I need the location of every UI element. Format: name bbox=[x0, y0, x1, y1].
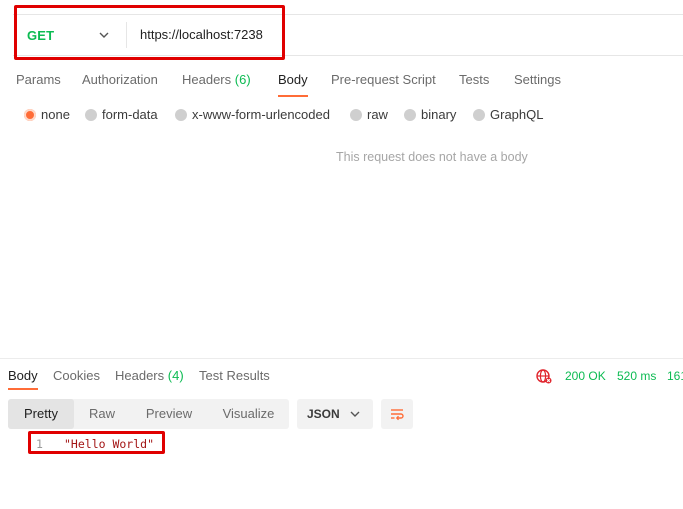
view-visualize-button[interactable]: Visualize bbox=[208, 399, 289, 429]
radio-raw[interactable]: raw bbox=[350, 107, 388, 123]
radio-label: form-data bbox=[102, 107, 158, 122]
tab-label: Authorization bbox=[82, 72, 158, 87]
active-tab-indicator bbox=[278, 95, 308, 97]
tab-headers[interactable]: Headers (6) bbox=[182, 72, 251, 87]
tab-params[interactable]: Params bbox=[16, 72, 61, 87]
radio-label: binary bbox=[421, 107, 457, 122]
tab-label: Body bbox=[278, 72, 308, 87]
view-pretty-button[interactable]: Pretty bbox=[8, 399, 74, 429]
format-label: JSON bbox=[307, 407, 340, 421]
response-size[interactable]: 161 bbox=[667, 369, 683, 383]
response-time[interactable]: 520 ms bbox=[617, 369, 656, 383]
view-preview-button[interactable]: Preview bbox=[130, 399, 208, 429]
response-tab-cookies[interactable]: Cookies bbox=[53, 368, 100, 383]
globe-error-icon[interactable] bbox=[536, 368, 552, 384]
radio-icon bbox=[85, 108, 97, 121]
tab-label: Headers bbox=[115, 368, 165, 383]
view-raw-button[interactable]: Raw bbox=[74, 399, 130, 429]
highlight-annotation-request bbox=[14, 5, 285, 60]
radio-selected-icon bbox=[24, 108, 36, 121]
wrap-lines-icon bbox=[391, 409, 404, 421]
tab-settings[interactable]: Settings bbox=[514, 72, 561, 87]
active-response-tab-indicator bbox=[8, 388, 38, 390]
radio-x-www-form-urlencoded[interactable]: x-www-form-urlencoded bbox=[175, 107, 330, 123]
response-tab-test-results[interactable]: Test Results bbox=[199, 368, 270, 383]
tab-tests[interactable]: Tests bbox=[459, 72, 489, 87]
tab-authorization[interactable]: Authorization bbox=[82, 72, 158, 87]
tab-body[interactable]: Body bbox=[278, 72, 308, 87]
response-tab-headers[interactable]: Headers (4) bbox=[115, 368, 184, 383]
radio-graphql[interactable]: GraphQL bbox=[473, 107, 543, 123]
radio-label: GraphQL bbox=[490, 107, 544, 122]
radio-binary[interactable]: binary bbox=[404, 107, 456, 123]
tab-pre-request-script[interactable]: Pre-request Script bbox=[331, 72, 436, 87]
response-tab-body[interactable]: Body bbox=[8, 368, 38, 383]
radio-none[interactable]: none bbox=[24, 107, 70, 123]
tab-label: Test Results bbox=[199, 368, 270, 383]
status-code[interactable]: 200 OK bbox=[565, 369, 606, 383]
radio-label: x-www-form-urlencoded bbox=[192, 107, 330, 122]
headers-count: (6) bbox=[234, 72, 251, 87]
radio-icon bbox=[175, 108, 187, 121]
radio-label: none bbox=[41, 107, 70, 122]
highlight-annotation-response bbox=[28, 431, 165, 454]
radio-icon bbox=[473, 108, 485, 121]
radio-form-data[interactable]: form-data bbox=[85, 107, 158, 123]
response-divider bbox=[0, 358, 683, 359]
tab-label: Params bbox=[16, 72, 61, 87]
radio-icon bbox=[404, 108, 416, 121]
chevron-down-icon bbox=[350, 411, 360, 417]
radio-label: raw bbox=[367, 107, 388, 122]
tab-label: Cookies bbox=[53, 368, 100, 383]
tab-label: Pre-request Script bbox=[331, 72, 436, 87]
tab-label: Settings bbox=[514, 72, 561, 87]
tab-label: Tests bbox=[459, 72, 490, 87]
tab-label: Headers bbox=[182, 72, 232, 87]
radio-icon bbox=[350, 108, 362, 121]
tab-label: Body bbox=[8, 368, 38, 383]
response-headers-count: (4) bbox=[167, 368, 184, 383]
empty-body-message: This request does not have a body bbox=[336, 150, 528, 164]
